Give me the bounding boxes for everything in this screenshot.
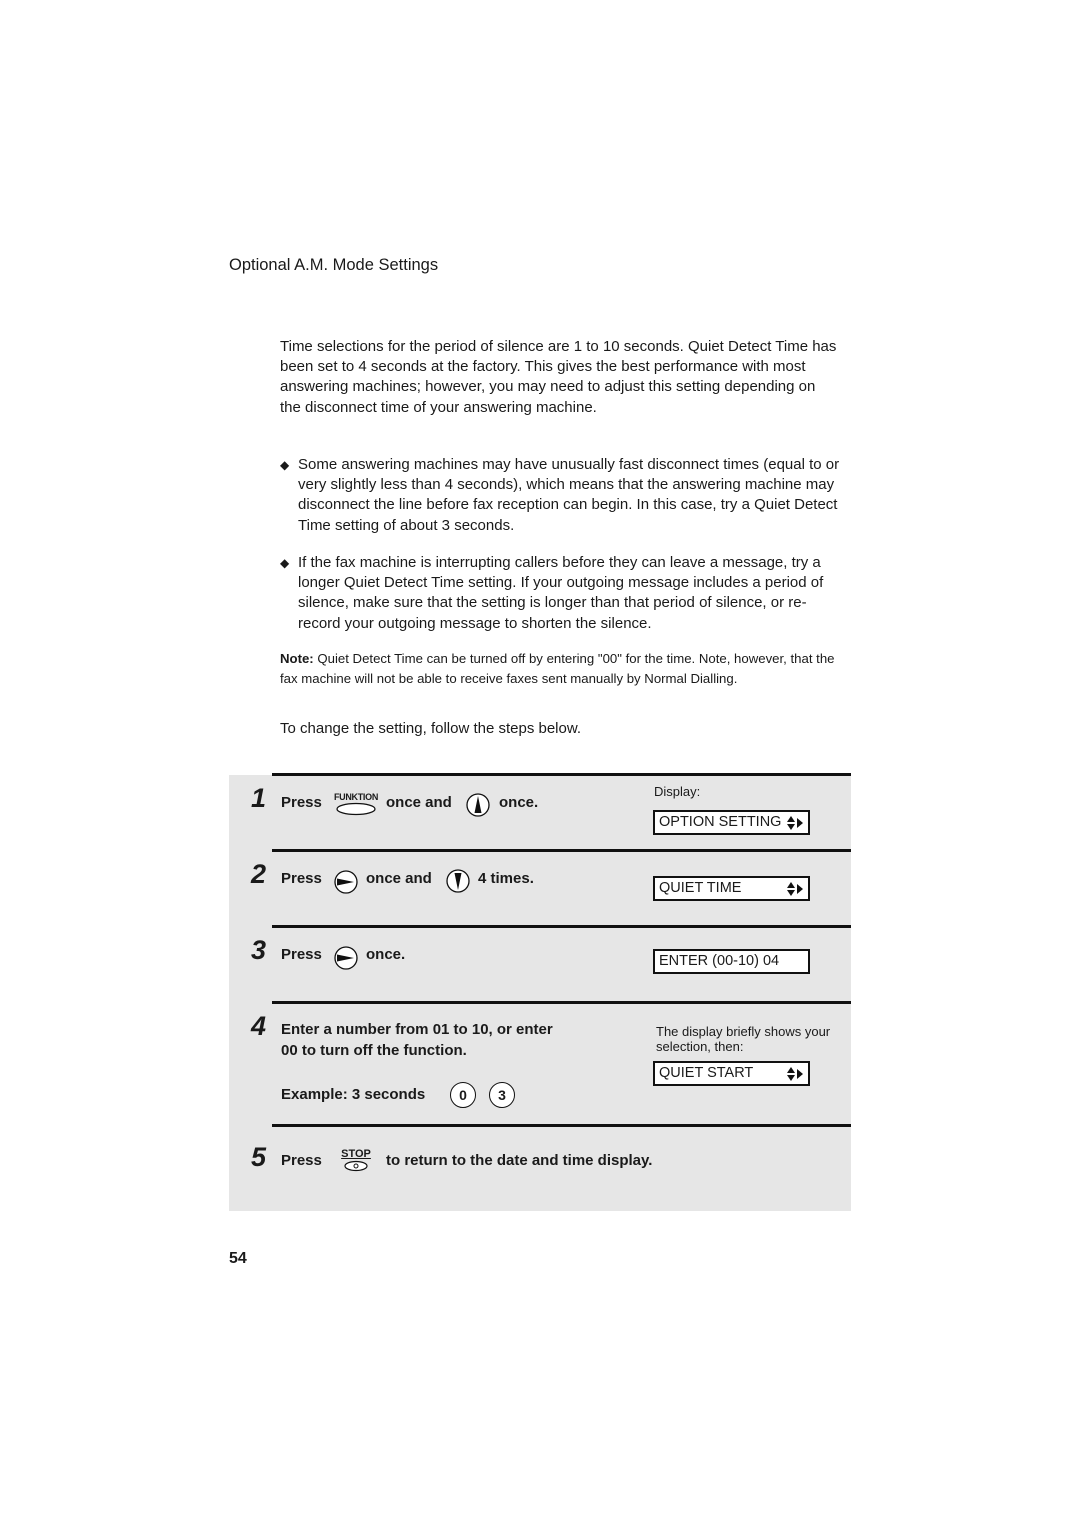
- divider: [272, 1001, 851, 1004]
- lcd-text: QUIET TIME: [659, 880, 742, 896]
- up-down-right-arrows-icon: [787, 816, 803, 830]
- stop-key-icon: STOP: [339, 1148, 373, 1176]
- step-text: once and: [366, 870, 432, 887]
- step-text: once.: [366, 946, 406, 963]
- step-text: to return to the date and time display.: [386, 1152, 653, 1169]
- divider: [272, 849, 851, 852]
- divider: [272, 773, 851, 776]
- step-text: once.: [499, 794, 539, 811]
- divider: [272, 925, 851, 928]
- digit-key-3: 3: [489, 1082, 515, 1108]
- step-text: Press: [281, 870, 322, 887]
- note-label: Note:: [280, 651, 314, 666]
- lcd-display: QUIET TIME: [653, 876, 810, 901]
- diamond-bullet-icon: ◆: [280, 458, 290, 472]
- lcd-display: ENTER (00-10) 04: [653, 949, 810, 974]
- right-arrow-key-icon: [334, 946, 358, 970]
- step-number: 1: [251, 783, 267, 813]
- intro-paragraph: Time selections for the period of silenc…: [280, 338, 837, 416]
- up-down-right-arrows-icon: [787, 1067, 803, 1081]
- follow-instruction: To change the setting, follow the steps …: [280, 720, 582, 737]
- up-down-right-arrows-icon: [787, 882, 803, 896]
- step-number: 4: [251, 1011, 267, 1041]
- step-text: once and: [386, 794, 452, 811]
- down-arrow-key-icon: [446, 869, 470, 893]
- step-text: Press: [281, 794, 322, 811]
- note-text: Quiet Detect Time can be turned off by e…: [280, 651, 835, 686]
- display-label: Display:: [654, 784, 701, 799]
- digit-key-0: 0: [450, 1082, 476, 1108]
- step-text: Enter a number from 01 to 10, or enter: [281, 1021, 553, 1038]
- diamond-bullet-icon: ◆: [280, 556, 290, 570]
- right-arrow-key-icon: [334, 870, 358, 894]
- lcd-display: OPTION SETTING: [653, 810, 810, 835]
- page-header: Optional A.M. Mode Settings: [229, 256, 439, 274]
- step-text: Press: [281, 946, 322, 963]
- stop-key-label: STOP: [341, 1148, 371, 1160]
- bullet-text: Some answering machines may have unusual…: [298, 456, 840, 534]
- step-number: 3: [251, 935, 267, 965]
- page-number: 54: [229, 1250, 247, 1267]
- up-arrow-key-icon: [466, 793, 490, 817]
- steps-panel: 1 Press FUNKTION once and once. Display:…: [229, 773, 851, 1211]
- step-text: Press: [281, 1152, 322, 1169]
- example-text: Example: 3 seconds: [281, 1086, 426, 1103]
- lcd-text: ENTER (00-10) 04: [659, 953, 780, 969]
- lcd-text: QUIET START: [659, 1065, 754, 1081]
- display-note: The display briefly shows your selection…: [656, 1024, 831, 1054]
- funktion-key-icon: FUNKTION: [333, 792, 379, 820]
- lcd-display: QUIET START: [653, 1061, 810, 1086]
- divider: [272, 1124, 851, 1127]
- step-text: 4 times.: [478, 870, 534, 887]
- bullet-text: If the fax machine is interrupting calle…: [298, 554, 824, 632]
- step-text: 00 to turn off the function.: [281, 1042, 467, 1059]
- funktion-key-label: FUNKTION: [333, 792, 379, 802]
- note-paragraph: Note: Quiet Detect Time can be turned of…: [280, 649, 840, 688]
- lcd-text: OPTION SETTING: [659, 814, 782, 830]
- step-number: 2: [251, 859, 267, 889]
- step-number: 5: [251, 1142, 267, 1172]
